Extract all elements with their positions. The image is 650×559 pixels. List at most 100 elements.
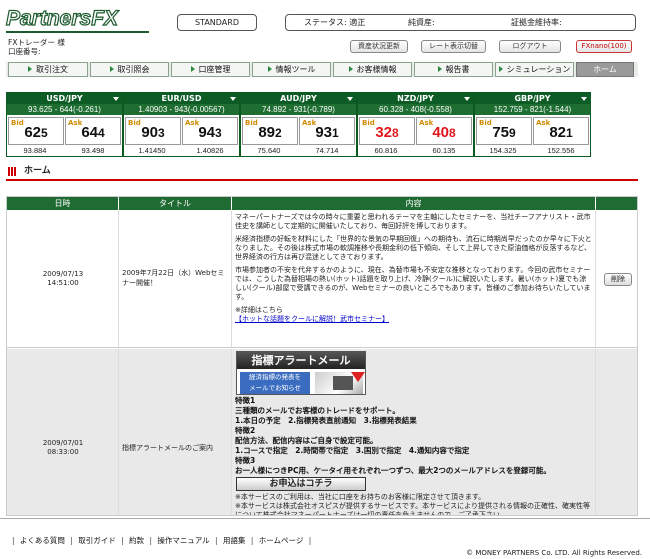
footer-link-manual[interactable]: 操作マニュアル — [157, 536, 209, 545]
page-title: ホーム — [24, 166, 51, 176]
nav-label: 口座管理 — [198, 65, 231, 74]
row-time: 08:33:00 — [47, 448, 79, 456]
bid-price: 625 — [24, 124, 48, 141]
feature-line: 特徴2 — [235, 426, 256, 435]
bid-price: 892 — [258, 124, 282, 141]
rate-summary: 1.40903 - 943(-0.00567) — [124, 104, 239, 115]
fxnano-button[interactable]: FXnano(100) — [576, 40, 632, 53]
nav-item-home[interactable]: ホーム — [576, 62, 634, 77]
footer-links: | よくある質問 | 取引ガイド | 約款 | 操作マニュアル | 用語集 | … — [12, 536, 312, 545]
trader-info: FXトレーダー 様 口座番号: — [8, 38, 65, 56]
bid-price-box[interactable]: Bid 759 — [476, 117, 532, 145]
row-title-text: 2009年7月22日（水）Webセミナー開催！ — [122, 269, 225, 287]
nav-item-info-tools[interactable]: 情報ツール — [252, 62, 331, 77]
nav-label: ホーム — [593, 65, 617, 74]
ask-price: 644 — [81, 124, 105, 141]
content-paragraph: ※詳細はこちら — [235, 306, 283, 314]
chevron-down-icon[interactable] — [347, 97, 353, 101]
copyright: © MONEY PARTNERS Co. LTD. All Rights Res… — [466, 549, 642, 557]
chevron-down-icon[interactable] — [113, 97, 119, 101]
rate-card-nzdjpy[interactable]: NZD/JPY 60.328 - 408(-0.558) Bid 328 Ask 4… — [357, 92, 474, 157]
apply-button[interactable]: お申込はコチラ — [236, 477, 366, 491]
bid-price-box[interactable]: Bid 903 — [125, 117, 181, 145]
feature-line: お一人様につきPC用、ケータイ用それぞれ一つずつ、最大2つのメールアドレスを登録… — [235, 466, 551, 475]
nav-item-simulation[interactable]: シミュレーション — [495, 62, 574, 77]
chevron-down-icon[interactable] — [464, 97, 470, 101]
rate-card-audjpy[interactable]: AUD/JPY 74.892 - 931(-0.789) Bid 892 Ask 9… — [240, 92, 357, 157]
bid-price-box[interactable]: Bid 625 — [8, 117, 64, 145]
row-title: 指標アラートメールのご案内 — [119, 349, 232, 515]
nav-label: シミュレーション — [506, 65, 571, 74]
net-assets-label: 純資産: — [408, 18, 435, 27]
row-content: 指標アラートメール 経済指標の発表を メールでお知らせ 特徴1 三種類のメールでお… — [232, 349, 596, 516]
seminar-link[interactable]: 【ホットな話題をクールに解説！武市セミナー】 — [235, 315, 389, 323]
currency-pair: NZD/JPY — [358, 93, 473, 104]
ask-price-box[interactable]: Ask 821 — [533, 117, 589, 145]
chevron-down-icon[interactable] — [230, 97, 236, 101]
column-header-datetime: 日時 — [7, 197, 118, 210]
header: PartnersFX STANDARD ステータス: 適正 純資産: 証拠金維持… — [0, 0, 650, 60]
heading-marker-icon — [8, 167, 18, 176]
footer-link-homepage[interactable]: ホームページ — [259, 536, 304, 545]
bid-price: 759 — [492, 124, 516, 141]
nav-item-reports[interactable]: 報告書 — [414, 62, 493, 77]
footer-link-glossary[interactable]: 用語集 — [223, 536, 246, 545]
row-time: 14:51:00 — [47, 279, 79, 287]
arrow-icon — [498, 66, 503, 72]
row-action — [596, 349, 637, 515]
bid-price-box[interactable]: Bid 892 — [242, 117, 298, 145]
arrow-icon — [109, 66, 114, 72]
footer-link-faq[interactable]: よくある質問 — [20, 536, 65, 545]
bid-price: 903 — [141, 124, 165, 141]
nav-item-order[interactable]: 取引注文 — [8, 62, 88, 77]
bid-price-box[interactable]: Bid 328 — [359, 117, 415, 145]
rate-card-gbpjpy[interactable]: GBP/JPY 152.759 - 821(-1.544) Bid 759 Ask… — [474, 92, 591, 157]
note-line: ※本サービスは株式会社オスピスが提供するサービスです。本サービスにより提供される… — [235, 502, 591, 516]
rate-card-eurusd[interactable]: EUR/USD 1.40903 - 943(-0.00567) Bid 903 A… — [123, 92, 240, 157]
rate-card-usdjpy[interactable]: USD/JPY 93.625 - 644(-0.261) Bid 625 Ask 6… — [6, 92, 123, 157]
feature-line: 三種類のメールでお客様のトレードをサポート。 — [235, 406, 400, 415]
mail-icon — [315, 372, 365, 394]
asset-update-button[interactable]: 資産状況更新 — [350, 40, 408, 53]
ask-price: 408 — [432, 124, 456, 141]
alert-mail-banner[interactable]: 指標アラートメール 経済指標の発表を メールでお知らせ — [236, 351, 366, 395]
ask-price-box[interactable]: Ask 931 — [299, 117, 355, 145]
rate-summary: 60.328 - 408(-0.558) — [358, 104, 473, 115]
delete-button[interactable]: 削除 — [604, 273, 632, 286]
arrow-icon — [28, 66, 32, 72]
trader-name: FXトレーダー 様 — [8, 38, 65, 47]
nav-label: 報告書 — [445, 65, 470, 74]
arrow-icon — [348, 66, 353, 72]
nav-item-account[interactable]: 口座管理 — [171, 62, 250, 77]
table-row: 2009/07/13 14:51:00 2009年7月22日（水）Webセミナー… — [7, 211, 637, 348]
high-price: 75.640 — [257, 146, 281, 155]
news-table: 日時 タイトル 内容 2009/07/13 14:51:00 2009年7月22… — [6, 196, 638, 516]
logout-button[interactable]: ログアウト — [499, 40, 561, 53]
row-date: 2009/07/13 — [42, 270, 84, 278]
nav-item-inquiry[interactable]: 取引照会 — [90, 62, 169, 77]
footer-link-trading-guide[interactable]: 取引ガイド — [78, 536, 116, 545]
rate-display-toggle-button[interactable]: レート表示切替 — [421, 40, 486, 53]
course-badge: STANDARD — [177, 14, 257, 31]
chevron-down-icon[interactable] — [581, 97, 587, 101]
nav-item-customer-info[interactable]: お客様情報 — [333, 62, 412, 77]
column-header-content: 内容 — [232, 197, 595, 210]
row-datetime: 2009/07/13 14:51:00 — [7, 211, 119, 347]
ask-price-box[interactable]: Ask 644 — [65, 117, 121, 145]
arrow-icon — [190, 66, 195, 72]
ask-price: 931 — [315, 124, 339, 141]
footer-link-terms[interactable]: 約款 — [129, 536, 144, 545]
bid-price: 328 — [375, 124, 399, 141]
rate-summary: 152.759 - 821(-1.544) — [475, 104, 590, 115]
row-datetime: 2009/07/01 08:33:00 — [7, 349, 119, 515]
row-date: 2009/07/01 — [42, 439, 84, 447]
margin-ratio-label: 証拠金維持率: — [511, 18, 562, 27]
status-label: ステータス: 適正 — [304, 18, 366, 27]
ask-price-box[interactable]: Ask 408 — [416, 117, 472, 145]
column-header-action — [596, 197, 637, 210]
row-title-text: 指標アラートメールのご案内 — [122, 444, 213, 452]
currency-pair: EUR/USD — [124, 93, 239, 104]
ask-price: 943 — [198, 124, 222, 141]
feature-list: 特徴1 三種類のメールでお客様のトレードをサポート。 1.本日の予定 2.指標発… — [235, 396, 593, 476]
ask-price-box[interactable]: Ask 943 — [182, 117, 238, 145]
